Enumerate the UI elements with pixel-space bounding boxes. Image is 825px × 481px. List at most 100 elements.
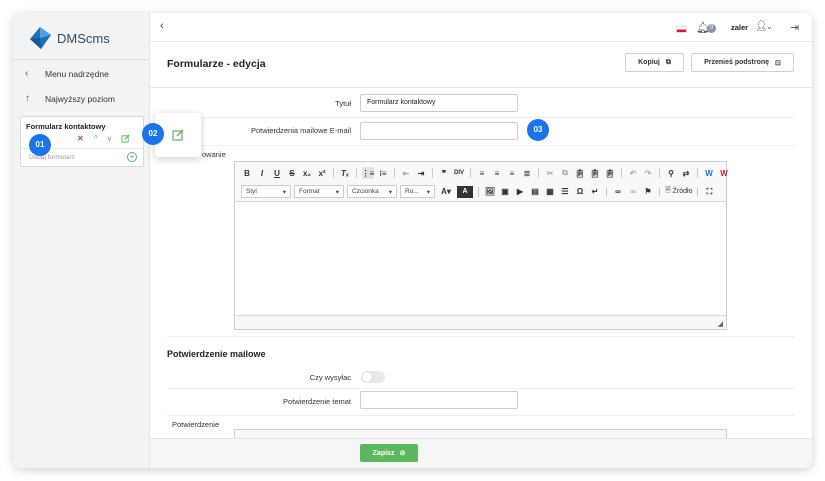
nav-top-level[interactable]: ↑ Najwyższy poziom [25, 93, 115, 104]
language-flag-icon[interactable] [676, 26, 687, 33]
remove-format-icon[interactable]: Tₓ [339, 167, 351, 179]
topbar: ‹ 🔔︎ 0 zaler 👤︎ ⌄ ⇥ [150, 13, 812, 42]
chevron-down-icon[interactable]: v [107, 134, 111, 143]
table-icon[interactable]: ▦ [544, 186, 556, 198]
font-select[interactable]: Czcionka ▾ [347, 185, 397, 198]
format-select[interactable]: Format ▾ [294, 185, 344, 198]
page-break-icon[interactable]: ↵ [589, 186, 601, 198]
check-circle-icon: ⊘ [399, 450, 406, 457]
toolbar-row-1: B I U S x₂ x² Tₓ ⋮≡ ⁝≡ ⇤ ⇥ ❞ DIV ≡ ≡ ≡ ≣… [241, 167, 730, 179]
divider [356, 168, 357, 178]
anchor-icon[interactable]: ⚑ [642, 186, 654, 198]
text-color-icon[interactable]: A▾ [438, 186, 454, 198]
replace-icon[interactable]: ⇄ [680, 167, 692, 179]
strikethrough-icon[interactable]: S [286, 167, 298, 179]
nav-menu-parent[interactable]: ‹ Menu nadrzędne [25, 68, 109, 79]
iframe-icon[interactable]: ▤ [529, 186, 541, 198]
spellcheck-icon[interactable]: W [703, 167, 715, 179]
logo[interactable]: DMScms [27, 25, 110, 51]
blockquote-icon[interactable]: ❞ [438, 167, 450, 179]
back-chevron-icon[interactable]: ‹ [160, 20, 164, 32]
bullet-list-icon[interactable]: ⁝≡ [377, 167, 389, 179]
image-icon[interactable]: 🖼︎ [484, 186, 496, 198]
cut-icon[interactable]: ✂ [544, 167, 556, 179]
footer-bar: Zapisz ⊘ [150, 438, 812, 468]
source-icon: 🗎︎ [665, 187, 671, 194]
horizontal-line-icon[interactable]: ☰ [559, 186, 571, 198]
size-select[interactable]: Ro... ▾ [400, 185, 435, 198]
confirm-label: Potwierdzenie [172, 420, 220, 429]
word-paste-icon[interactable]: W [718, 167, 730, 179]
italic-icon[interactable]: I [256, 167, 268, 179]
superscript-icon[interactable]: x² [316, 167, 328, 179]
numbered-list-icon[interactable]: ⋮≡ [362, 167, 374, 179]
bold-icon[interactable]: B [241, 167, 253, 179]
sidebar: DMScms ‹ Menu nadrzędne ↑ Najwyższy pozi… [13, 13, 150, 468]
move-page-button[interactable]: Przenieś podstronę ⊡ [691, 53, 794, 72]
content-label: owanie [202, 150, 226, 159]
divider [606, 186, 607, 197]
style-select[interactable]: Styl ▾ [241, 185, 291, 198]
callout-badge-01: 01 [29, 134, 51, 156]
paste-text-icon[interactable]: 📋︎ [589, 167, 601, 179]
copy-icon[interactable]: ⧉ [559, 167, 571, 179]
user-name[interactable]: zaler [731, 23, 748, 32]
video-icon[interactable]: ▶ [514, 186, 526, 198]
resize-handle-icon[interactable]: ◢ [718, 320, 723, 328]
source-button-label: Źródło [672, 188, 693, 195]
caret-down-icon: ▾ [426, 188, 430, 196]
send-toggle[interactable] [361, 371, 385, 383]
divider [659, 168, 660, 178]
copy-button[interactable]: Kopiuj ⧉ [625, 53, 684, 72]
chevron-down-icon[interactable]: ⌄ [766, 22, 773, 31]
paste-icon[interactable]: 📋︎ [574, 167, 586, 179]
divider [167, 336, 795, 337]
subject-label: Potwierdzenie temat [283, 397, 351, 406]
divider [697, 168, 698, 178]
unlink-icon[interactable]: ∞ [627, 186, 639, 198]
indent-icon[interactable]: ⇥ [415, 167, 427, 179]
caret-down-icon: ▾ [282, 188, 286, 196]
find-icon[interactable]: ⚲ [665, 167, 677, 179]
align-justify-icon[interactable]: ≣ [521, 167, 533, 179]
undo-icon[interactable]: ↶ [627, 167, 639, 179]
redo-icon[interactable]: ↷ [642, 167, 654, 179]
copy-button-label: Kopiuj [638, 59, 660, 66]
paste-word-icon[interactable]: 📋︎ [604, 167, 616, 179]
link-icon[interactable]: ∞ [612, 186, 624, 198]
maximize-icon[interactable]: ⛶ [703, 186, 715, 198]
edit-icon[interactable] [121, 134, 130, 143]
chevron-left-icon: ‹ [25, 68, 29, 79]
logout-icon[interactable]: ⇥ [790, 21, 799, 34]
background-color-icon[interactable]: A [457, 185, 473, 198]
save-button[interactable]: Zapisz ⊘ [360, 444, 418, 462]
editor-toolbar: B I U S x₂ x² Tₓ ⋮≡ ⁝≡ ⇤ ⇥ ❞ DIV ≡ ≡ ≡ ≣… [235, 162, 728, 202]
edit-icon[interactable] [172, 129, 184, 141]
align-left-icon[interactable]: ≡ [476, 167, 488, 179]
div-container-icon[interactable]: DIV [453, 167, 465, 179]
align-center-icon[interactable]: ≡ [491, 167, 503, 179]
style-select-label: Styl [246, 188, 257, 195]
outdent-icon[interactable]: ⇤ [400, 167, 412, 179]
app-window: DMScms ‹ Menu nadrzędne ↑ Najwyższy pozi… [13, 13, 812, 468]
title-input[interactable]: Formularz kontaktowy [360, 94, 518, 112]
underline-icon[interactable]: U [271, 167, 283, 179]
flash-icon[interactable]: ▣ [499, 186, 511, 198]
page-title: Formularze - edycja [167, 58, 266, 70]
emails-input[interactable] [360, 122, 518, 140]
nav-top-level-label: Najwyższy poziom [45, 93, 115, 104]
add-icon[interactable]: + [127, 152, 137, 162]
font-select-label: Czcionka [352, 188, 379, 195]
align-right-icon[interactable]: ≡ [506, 167, 518, 179]
app-name: DMScms [57, 30, 110, 46]
delete-icon[interactable]: ✕ [77, 134, 84, 143]
divider [150, 87, 812, 88]
special-char-icon[interactable]: Ω [574, 186, 586, 198]
subject-input[interactable] [360, 391, 518, 409]
source-button[interactable]: 🗎︎ Źródło [665, 186, 692, 197]
main-panel: ‹ 🔔︎ 0 zaler 👤︎ ⌄ ⇥ Formularze - edycja … [150, 13, 812, 468]
send-label: Czy wysyłac [309, 373, 351, 382]
subscript-icon[interactable]: x₂ [301, 167, 313, 179]
chevron-up-icon[interactable]: ^ [94, 134, 98, 143]
callout-badge-02: 02 [142, 123, 164, 145]
